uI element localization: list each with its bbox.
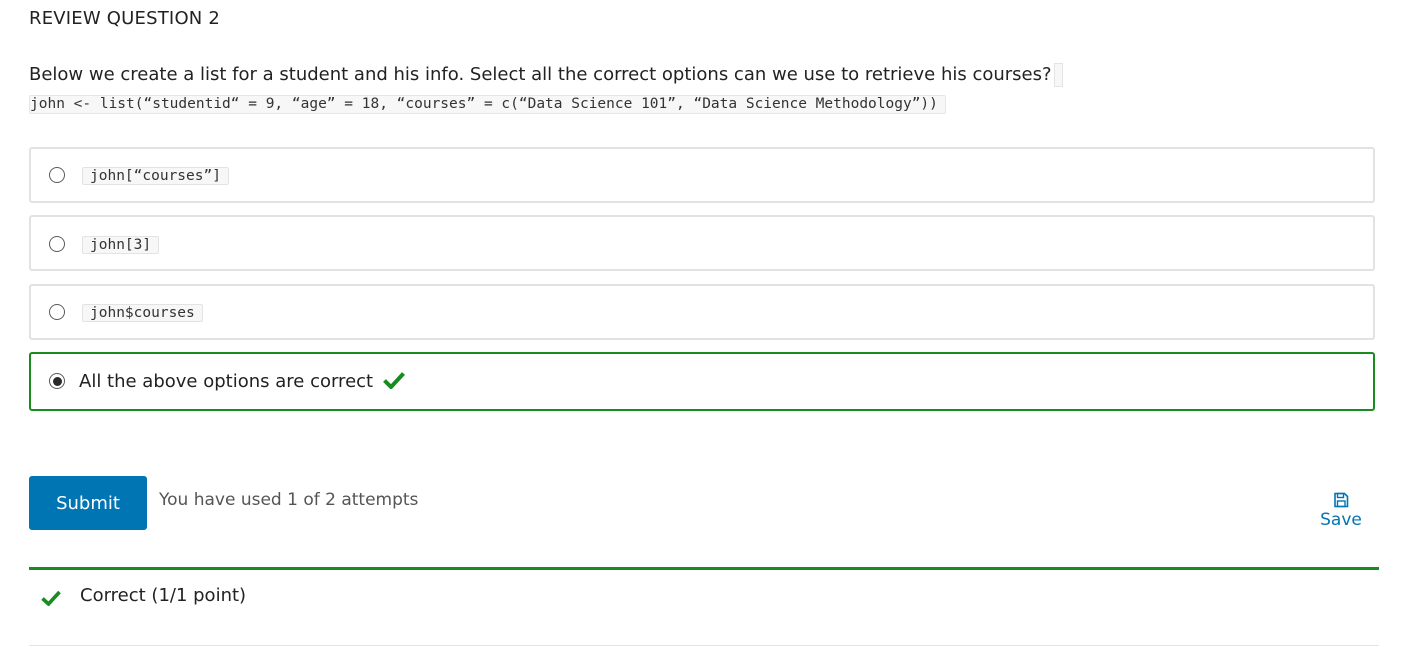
save-icon — [1333, 492, 1349, 508]
attempts-text: You have used 1 of 2 attempts — [159, 490, 419, 510]
check-icon — [382, 371, 405, 389]
question-prompt-text: Below we create a list for a student and… — [29, 64, 1052, 85]
submit-button[interactable]: Submit — [29, 476, 147, 530]
question-code: john <- list(“studentid“ = 9, “age” = 18… — [29, 95, 946, 114]
feedback-text: Correct (1/1 point) — [80, 585, 247, 606]
feedback-notification: Correct (1/1 point) — [29, 567, 1379, 646]
inline-code-fragment — [1053, 63, 1063, 87]
choice-radio-2[interactable] — [49, 236, 65, 252]
choice-label-1: john[“courses”] — [82, 167, 229, 185]
save-label: Save — [1320, 510, 1362, 530]
choice-option-1[interactable]: john[“courses”] — [29, 147, 1375, 203]
choice-radio-1[interactable] — [49, 167, 65, 183]
choice-label-4-text: All the above options are correct — [79, 371, 374, 392]
question-prompt: Below we create a list for a student and… — [29, 63, 1063, 87]
save-button[interactable]: Save — [1307, 492, 1375, 530]
choice-radio-4[interactable] — [49, 373, 65, 389]
problem-title: REVIEW QUESTION 2 — [29, 8, 221, 29]
check-icon — [41, 590, 61, 610]
choice-radio-3[interactable] — [49, 304, 65, 320]
choice-option-4[interactable]: All the above options are correct — [29, 352, 1375, 411]
choice-label-3: john$courses — [82, 304, 203, 322]
choice-label-4: All the above options are correct — [79, 371, 405, 392]
choice-option-3[interactable]: john$courses — [29, 284, 1375, 340]
choice-option-2[interactable]: john[3] — [29, 215, 1375, 271]
choice-label-2: john[3] — [82, 236, 160, 254]
